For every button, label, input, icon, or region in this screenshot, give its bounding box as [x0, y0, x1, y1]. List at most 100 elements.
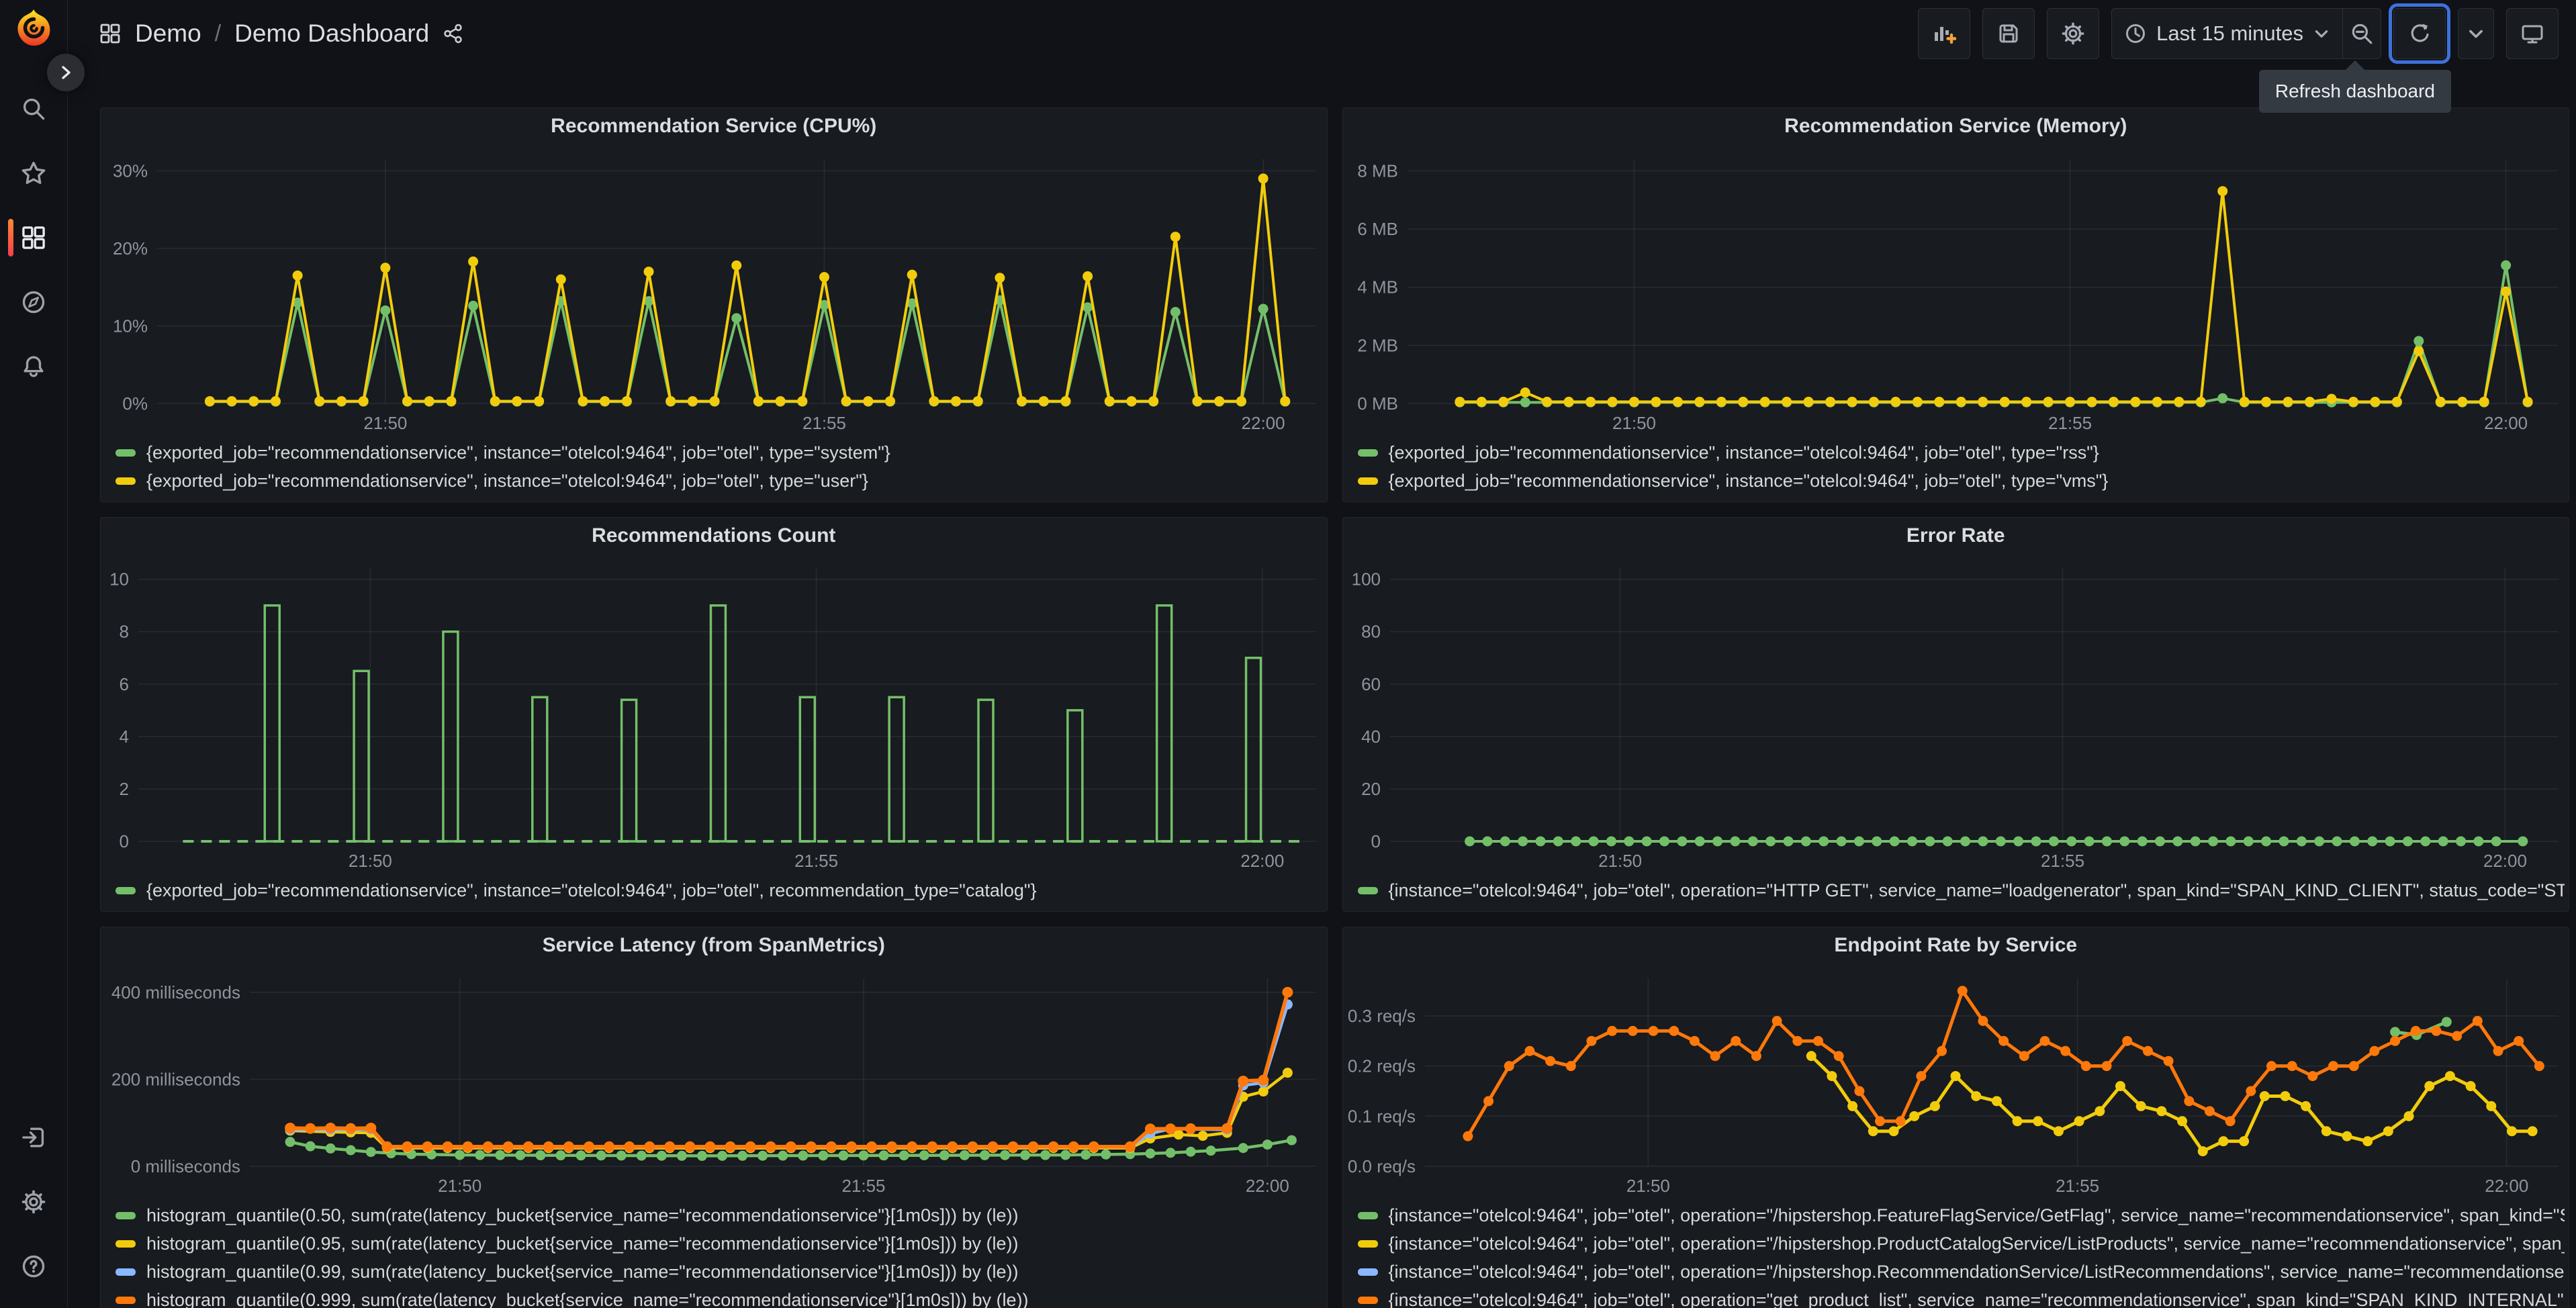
svg-text:22:00: 22:00	[2484, 413, 2528, 433]
sidebar-item-settings[interactable]	[0, 1170, 67, 1234]
panel-memory-legend: {exported_job="recommendationservice", i…	[1343, 437, 2569, 502]
sidebar-item-starred[interactable]	[0, 141, 67, 205]
svg-text:0: 0	[120, 831, 129, 851]
panel-cpu-legend: {exported_job="recommendationservice", i…	[101, 437, 1327, 502]
sidebar-item-dashboards[interactable]	[0, 205, 67, 270]
panel-title[interactable]: Recommendation Service (Memory)	[1343, 112, 2569, 140]
breadcrumb-dashboard[interactable]: Demo Dashboard	[234, 19, 429, 48]
svg-text:0 milliseconds: 0 milliseconds	[131, 1156, 240, 1176]
legend-item[interactable]: {exported_job="recommendationservice", i…	[1357, 467, 2565, 495]
legend-item[interactable]: {exported_job="recommendationservice", i…	[116, 876, 1323, 904]
refresh-icon	[2411, 24, 2429, 42]
legend-item[interactable]: {instance="otelcol:9464", job="otel", op…	[1357, 1258, 2565, 1286]
svg-text:40: 40	[1361, 727, 1381, 747]
sidebar	[0, 0, 85, 1308]
gear-icon	[2062, 22, 2084, 45]
svg-text:21:50: 21:50	[349, 851, 392, 871]
legend-series-label: histogram_quantile(0.95, sum(rate(latenc…	[146, 1233, 1019, 1254]
compass-icon	[22, 291, 45, 314]
panel-error-rate: Error Rate 0 20 40 60 80 100 21:50 21:55 22:00 {…	[1342, 517, 2569, 912]
svg-text:80: 80	[1361, 622, 1381, 642]
panel-error-rate-chart[interactable]: 0 20 40 60 80 100 21:50 21:55 22:00	[1343, 550, 2569, 875]
legend-series-swatch	[116, 1296, 136, 1304]
svg-text:30%: 30%	[113, 160, 148, 181]
sidebar-item-search[interactable]	[0, 77, 67, 141]
sign-in-icon	[22, 1127, 44, 1148]
panel-cpu-chart[interactable]: 0% 10% 20% 30% 21:50 21:55 22:00	[101, 140, 1327, 437]
zoom-out-time-button[interactable]	[2342, 9, 2381, 58]
panel-title[interactable]: Service Latency (from SpanMetrics)	[101, 931, 1327, 960]
panel-title[interactable]: Endpoint Rate by Service	[1343, 931, 2569, 960]
time-range-picker[interactable]: Last 15 minutes	[2112, 9, 2342, 58]
breadcrumb-folder[interactable]: Demo	[135, 19, 201, 48]
legend-series-label: histogram_quantile(0.50, sum(rate(latenc…	[146, 1205, 1019, 1225]
legend-series-swatch	[116, 1268, 136, 1276]
svg-text:21:55: 21:55	[802, 413, 846, 433]
legend-item[interactable]: {instance="otelcol:9464", job="otel", op…	[1357, 1229, 2565, 1258]
legend-series-swatch	[116, 1211, 136, 1219]
panel-title[interactable]: Error Rate	[1343, 522, 2569, 550]
svg-text:21:50: 21:50	[1612, 413, 1655, 433]
save-dashboard-button[interactable]	[1982, 8, 2035, 59]
legend-item[interactable]: histogram_quantile(0.999, sum(rate(laten…	[116, 1286, 1323, 1308]
legend-item[interactable]: {instance="otelcol:9464", job="otel", op…	[1357, 876, 2565, 904]
legend-item[interactable]: histogram_quantile(0.99, sum(rate(latenc…	[116, 1258, 1323, 1286]
legend-series-swatch	[1357, 886, 1378, 894]
panel-endpoint-rate: Endpoint Rate by Service 0.0 req/s 0.1 re…	[1342, 927, 2569, 1308]
legend-series-label: {instance="otelcol:9464", job="otel", op…	[1388, 1289, 2565, 1308]
sidebar-item-sign-in[interactable]	[0, 1105, 67, 1170]
legend-item[interactable]: {exported_job="recommendationservice", i…	[1357, 438, 2565, 467]
svg-text:4 MB: 4 MB	[1357, 277, 1398, 297]
gear-icon	[21, 1190, 46, 1214]
legend-item[interactable]: histogram_quantile(0.50, sum(rate(latenc…	[116, 1201, 1323, 1229]
legend-series-swatch	[116, 1240, 136, 1248]
dashboards-grid-icon	[22, 226, 45, 249]
panel-recommendations-count-chart[interactable]: 0 2 4 6 8 10 21:50 21:55 22:00	[101, 550, 1327, 875]
legend-series-swatch	[1357, 1268, 1378, 1276]
grafana-logo[interactable]	[13, 8, 54, 48]
refresh-dashboard-button[interactable]	[2393, 8, 2446, 59]
sidebar-item-explore[interactable]	[0, 270, 67, 334]
sidebar-item-help[interactable]	[0, 1234, 67, 1299]
dashboard-settings-button[interactable]	[2047, 8, 2100, 59]
time-range-label: Last 15 minutes	[2156, 21, 2303, 45]
legend-item[interactable]: histogram_quantile(0.95, sum(rate(latenc…	[116, 1229, 1323, 1258]
svg-text:21:55: 21:55	[2041, 851, 2084, 871]
svg-text:22:00: 22:00	[2483, 851, 2526, 871]
svg-text:4: 4	[120, 727, 129, 747]
legend-item[interactable]: {instance="otelcol:9464", job="otel", op…	[1357, 1286, 2565, 1308]
tooltip-arrow	[2345, 60, 2364, 70]
panel-memory-chart[interactable]: 0 MB 2 MB 4 MB 6 MB 8 MB 21:50 21:55 22:00	[1343, 140, 2569, 437]
cycle-view-mode-button[interactable]	[2506, 8, 2559, 59]
svg-text:20: 20	[1361, 779, 1381, 799]
legend-series-label: histogram_quantile(0.999, sum(rate(laten…	[146, 1289, 1029, 1308]
chevron-down-icon	[2315, 30, 2328, 38]
panel-endpoint-rate-chart[interactable]: 0.0 req/s 0.1 req/s 0.2 req/s 0.3 req/s 21:5…	[1343, 960, 2569, 1200]
refresh-interval-dropdown[interactable]	[2458, 8, 2494, 59]
sidebar-footer-items	[0, 1105, 67, 1299]
svg-text:2 MB: 2 MB	[1357, 335, 1398, 355]
legend-item[interactable]: {exported_job="recommendationservice", i…	[116, 467, 1323, 495]
sidebar-item-alerting[interactable]	[0, 334, 67, 399]
panel-service-latency-chart[interactable]: 0 milliseconds 200 milliseconds 400 millis…	[101, 960, 1327, 1200]
legend-item[interactable]: {exported_job="recommendationservice", i…	[116, 438, 1323, 467]
add-panel-button[interactable]	[1918, 8, 1971, 59]
panel-title[interactable]: Recommendations Count	[101, 522, 1327, 550]
panel-title[interactable]: Recommendation Service (CPU%)	[101, 112, 1327, 140]
share-icon[interactable]	[443, 23, 464, 44]
legend-item[interactable]: {instance="otelcol:9464", job="otel", op…	[1357, 1201, 2565, 1229]
svg-text:8 MB: 8 MB	[1357, 160, 1398, 181]
svg-text:21:50: 21:50	[1626, 1176, 1669, 1196]
legend-series-swatch	[1357, 1240, 1378, 1248]
svg-text:0%: 0%	[122, 393, 148, 414]
legend-series-swatch	[116, 449, 136, 457]
svg-text:200 milliseconds: 200 milliseconds	[111, 1069, 240, 1089]
dashboard-toolbar: Last 15 minutes	[1918, 8, 2559, 59]
chevron-down-icon	[2469, 30, 2483, 38]
legend-series-label: {instance="otelcol:9464", job="otel", op…	[1388, 1261, 2565, 1282]
panel-memory: Recommendation Service (Memory) 0 MB 2 MB…	[1342, 107, 2569, 502]
panel-service-latency: Service Latency (from SpanMetrics) 0 mil…	[100, 927, 1328, 1308]
svg-text:10: 10	[109, 569, 129, 590]
svg-text:21:50: 21:50	[363, 413, 407, 433]
top-navbar: Demo / Demo Dashboard Last 15 minutes Re…	[68, 0, 2576, 113]
